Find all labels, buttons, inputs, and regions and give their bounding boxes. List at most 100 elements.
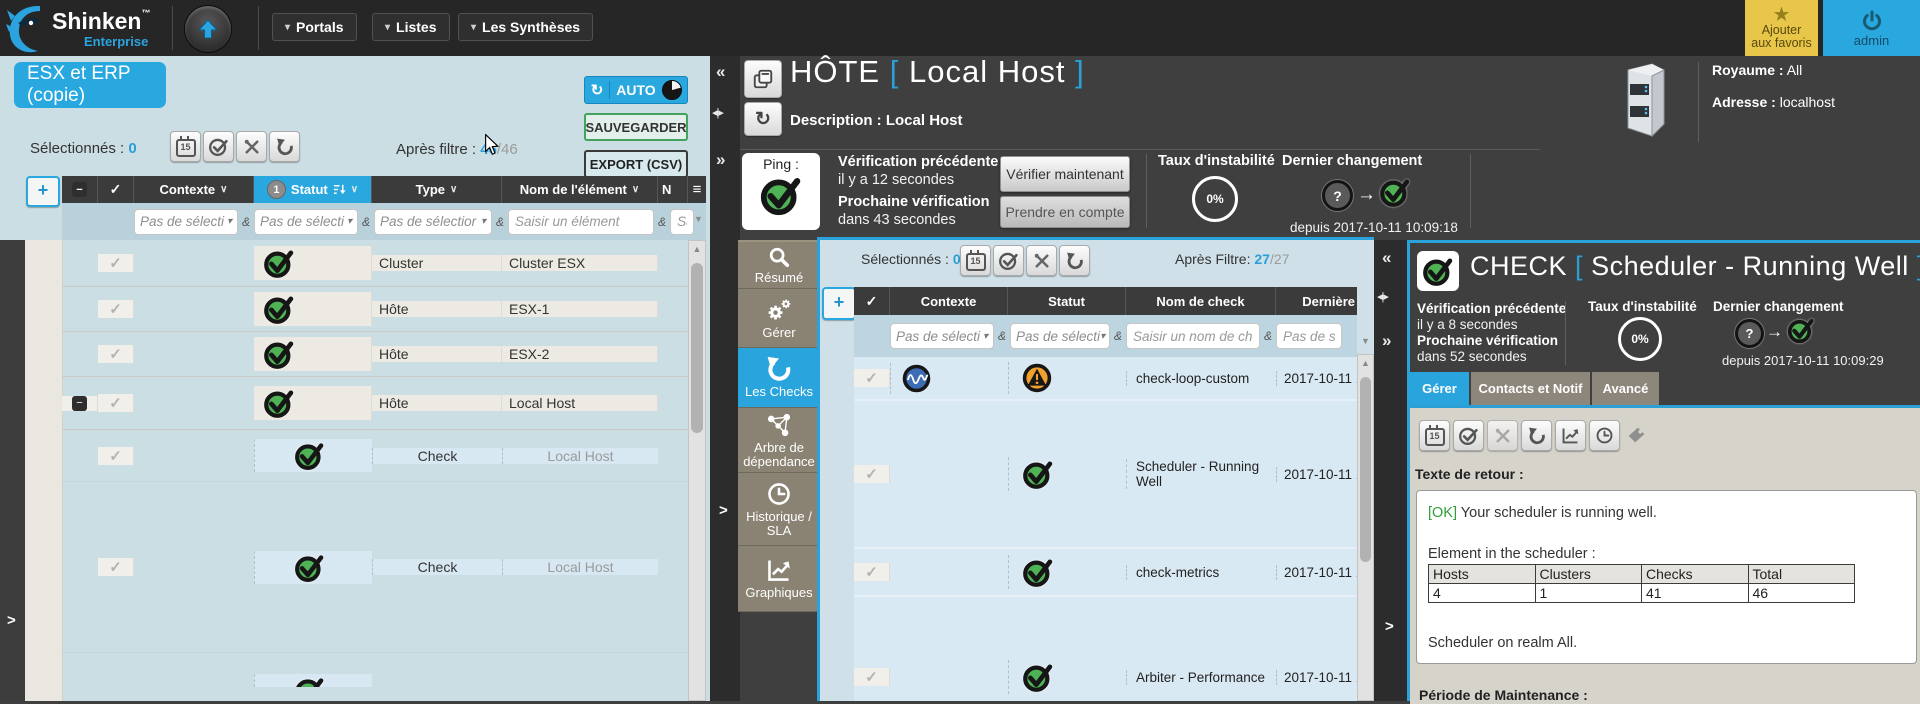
sidebar-item-arbre[interactable]: Arbre de dépendance bbox=[738, 408, 820, 473]
check-row[interactable]: ✓ check-metrics 2017-10-11 14 bbox=[854, 549, 1357, 597]
checks-filter-nom-input[interactable] bbox=[1126, 323, 1260, 349]
acknowledge-button[interactable] bbox=[203, 131, 234, 162]
table-row-child[interactable] bbox=[62, 653, 706, 701]
table-row[interactable]: ✓ Hôte ESX-2 bbox=[62, 332, 706, 377]
add-element-button[interactable]: + bbox=[26, 176, 60, 207]
list-title-button[interactable]: ESX et ERP (copie) bbox=[14, 62, 166, 108]
check-history-button[interactable] bbox=[1589, 420, 1620, 451]
status-ok-icon bbox=[293, 674, 326, 687]
pin-icon[interactable] bbox=[1626, 424, 1648, 446]
row-check-icon: ✓ bbox=[109, 254, 122, 272]
downtime-button[interactable]: 15 bbox=[170, 131, 201, 162]
recheck-button[interactable] bbox=[269, 131, 300, 162]
checks-scrollbar[interactable]: ▲ bbox=[1357, 354, 1374, 701]
admin-button[interactable]: admin bbox=[1823, 0, 1920, 56]
scrollbar-thumb[interactable] bbox=[1360, 377, 1371, 562]
check-tools-button[interactable] bbox=[1487, 420, 1518, 451]
menu-listes[interactable]: ▾ Listes bbox=[372, 13, 450, 41]
check-row[interactable]: ✓ check-loop-custom 2017-10-11 14 bbox=[854, 357, 1357, 401]
table-row[interactable]: − ✓ Hôte Local Host bbox=[62, 377, 706, 430]
check-acknowledge-button[interactable] bbox=[1453, 420, 1484, 451]
filter-type-dropdown[interactable]: Pas de sélectior▾ bbox=[374, 209, 492, 235]
save-button[interactable]: SAUVEGARDER bbox=[584, 113, 688, 141]
collapse-left-icon[interactable]: « bbox=[1382, 248, 1391, 268]
check-graph-button[interactable] bbox=[1555, 420, 1586, 451]
chevron-down-icon: ∨ bbox=[450, 184, 457, 195]
add-favorites-button[interactable]: ★ Ajouter aux favoris bbox=[1745, 0, 1818, 56]
column-extra[interactable]: N bbox=[658, 176, 688, 203]
checks-column-statut[interactable]: Statut bbox=[1008, 287, 1126, 315]
tab-avance[interactable]: Avancé bbox=[1592, 372, 1659, 405]
resize-handle-icon[interactable]: ◂|▸ bbox=[712, 106, 723, 119]
table-row[interactable]: ✓ Hôte ESX-1 bbox=[62, 287, 706, 332]
checks-recheck-button[interactable] bbox=[1059, 245, 1090, 276]
collapse-left-icon[interactable]: « bbox=[716, 62, 725, 82]
check-downtime-button[interactable]: 15 bbox=[1419, 420, 1450, 451]
scrollbar-up-icon[interactable]: ▲ bbox=[689, 244, 705, 254]
collapse-all-header[interactable]: − bbox=[62, 176, 98, 203]
checks-select-all[interactable]: ✓ bbox=[854, 287, 890, 315]
host-type-button[interactable] bbox=[744, 60, 782, 98]
table-row[interactable]: ✓ Cluster Cluster ESX bbox=[62, 240, 706, 287]
auto-refresh-button[interactable]: ↻ AUTO bbox=[584, 76, 688, 104]
checks-filter-contexte[interactable]: Pas de sélecti▾ bbox=[890, 323, 994, 349]
acknowledge-host-button[interactable]: Prendre en compte bbox=[1000, 196, 1130, 228]
check-row[interactable]: ✓ Arbiter - Performance 2017-10-11 14 bbox=[854, 597, 1357, 701]
expand-right-icon[interactable]: » bbox=[1382, 331, 1391, 351]
scrollbar-thumb[interactable] bbox=[691, 263, 703, 433]
expand-rail-chevron[interactable]: > bbox=[7, 612, 16, 629]
filter-nom-input[interactable] bbox=[508, 209, 654, 235]
table-menu-button[interactable]: ≡ bbox=[688, 176, 706, 203]
checks-column-derniere[interactable]: Dernière bbox=[1276, 287, 1357, 315]
elements-table-body: ✓ Cluster Cluster ESX ✓ Hôte ESX-1 ✓ bbox=[62, 240, 706, 701]
column-contexte[interactable]: Contexte∨ bbox=[134, 176, 254, 203]
select-all-header[interactable]: ✓ bbox=[98, 176, 134, 203]
checks-column-contexte[interactable]: Contexte bbox=[890, 287, 1008, 315]
server-image bbox=[1612, 60, 1672, 144]
column-nom[interactable]: Nom de l'élément∨ bbox=[502, 176, 658, 203]
resize-handle-icon[interactable]: ◂|▸ bbox=[1377, 290, 1388, 303]
status-ok-icon bbox=[1021, 555, 1055, 589]
divider-chevron[interactable]: > bbox=[1385, 618, 1394, 635]
table-row-child[interactable]: ✓ Check Local Host bbox=[62, 430, 706, 482]
check-row[interactable]: ✓ Scheduler - Running Well 2017-10-11 14 bbox=[854, 401, 1357, 549]
checks-filter-statut[interactable]: Pas de sélecti▾ bbox=[1010, 323, 1110, 349]
filter-extra-input[interactable] bbox=[670, 209, 694, 235]
check-now-button[interactable]: Vérifier maintenant bbox=[1000, 156, 1130, 192]
sidebar-item-historique[interactable]: Historique / SLA bbox=[738, 473, 820, 546]
tab-contacts[interactable]: Contacts et Notif bbox=[1471, 372, 1590, 405]
scrollbar-up-icon[interactable]: ▲ bbox=[1358, 358, 1373, 368]
checks-downtime-button[interactable]: 15 bbox=[960, 245, 991, 276]
sidebar-item-resume[interactable]: Résumé bbox=[738, 240, 820, 289]
checks-column-nom[interactable]: Nom de check bbox=[1126, 287, 1276, 315]
checks-filter-derniere-input[interactable] bbox=[1276, 323, 1342, 349]
sidebar-item-gerer[interactable]: Gérer bbox=[738, 289, 820, 348]
filter-contexte-dropdown[interactable]: Pas de sélecti▾ bbox=[134, 209, 238, 235]
checks-acknowledge-button[interactable] bbox=[993, 245, 1024, 276]
checks-scroll-up-mini[interactable]: ▼ bbox=[1361, 336, 1370, 346]
collapse-row-icon[interactable]: − bbox=[72, 396, 87, 411]
checks-tools-button[interactable] bbox=[1026, 245, 1057, 276]
th-clusters: Clusters bbox=[1535, 565, 1642, 584]
menu-syntheses[interactable]: ▾ Les Synthèses bbox=[458, 13, 593, 41]
export-csv-button[interactable]: EXPORT (CSV) bbox=[584, 150, 688, 178]
gears-icon bbox=[766, 297, 792, 323]
host-refresh-button[interactable]: ↻ bbox=[744, 102, 782, 136]
check-recheck-button[interactable] bbox=[1521, 420, 1552, 451]
tools-button[interactable] bbox=[236, 131, 267, 162]
sidebar-item-les-checks[interactable]: Les Checks bbox=[738, 348, 820, 408]
column-type[interactable]: Type∨ bbox=[372, 176, 502, 203]
column-statut[interactable]: 1 Statut ∨ bbox=[254, 176, 372, 203]
add-check-button[interactable]: + bbox=[822, 287, 856, 320]
divider-chevron[interactable]: > bbox=[719, 502, 728, 519]
scroll-top-button[interactable] bbox=[184, 5, 232, 53]
info-divider bbox=[1698, 62, 1699, 142]
scroll-up-mini[interactable]: ▼ bbox=[694, 214, 703, 224]
table-row-child[interactable]: ✓ Check Local Host bbox=[62, 482, 706, 653]
menu-portals[interactable]: ▾ Portals bbox=[272, 13, 357, 41]
tab-gerer[interactable]: Gérer bbox=[1410, 372, 1469, 405]
expand-right-icon[interactable]: » bbox=[716, 150, 725, 170]
elements-scrollbar[interactable]: ▲ bbox=[688, 240, 706, 701]
sidebar-item-graphiques[interactable]: Graphiques bbox=[738, 546, 820, 612]
filter-statut-dropdown[interactable]: Pas de sélecti▾ bbox=[254, 209, 358, 235]
